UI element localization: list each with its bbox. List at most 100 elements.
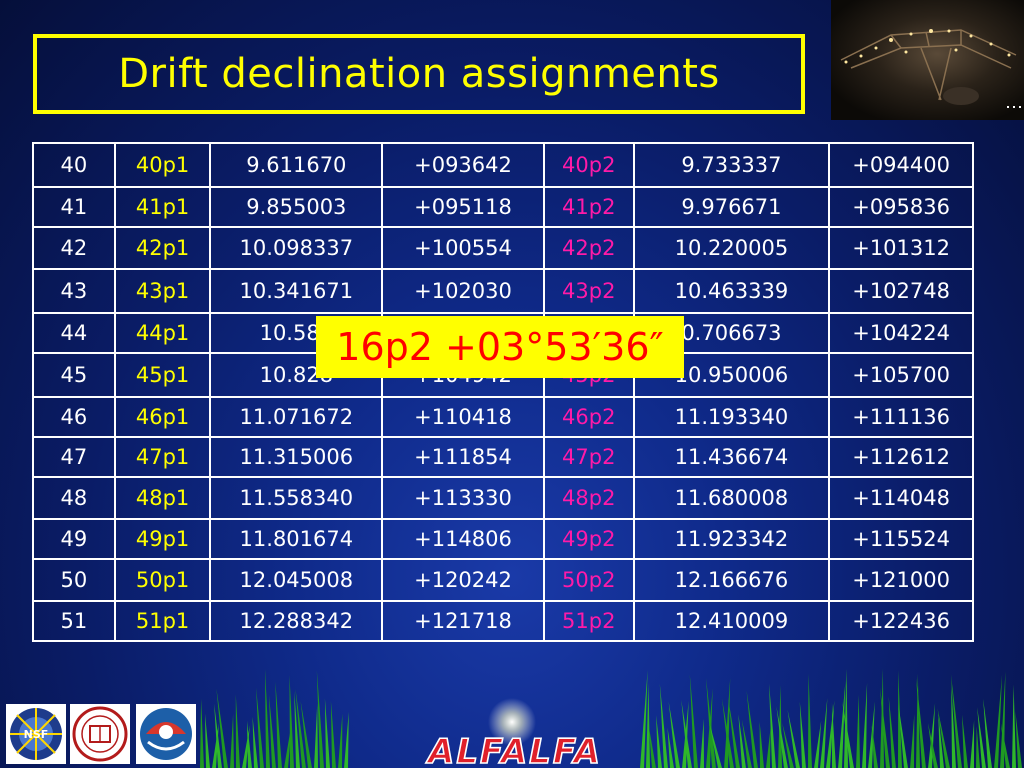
grass-blade <box>776 706 788 768</box>
strip-number-cell: 47 <box>32 436 116 478</box>
p2-label-cell: 41p2 <box>542 186 635 228</box>
strip-number-cell: 42 <box>32 226 116 270</box>
p1-label-cell: 51p1 <box>113 600 212 642</box>
grass-blade <box>759 721 764 768</box>
p2-dec-cell: +095836 <box>828 186 974 228</box>
p2-ra-cell: 10.463339 <box>632 268 831 314</box>
p2-dec-cell: +102748 <box>828 268 974 314</box>
grass-blade <box>659 683 668 768</box>
p1-ra-cell: 10.098337 <box>209 226 384 270</box>
grass-blade <box>252 716 258 768</box>
p1-label-cell: 40p1 <box>113 142 212 188</box>
strip-number-cell: 41 <box>32 186 116 228</box>
table-row: 50 50p1 12.045008 +120242 50p2 12.166676 +1210… <box>32 558 974 602</box>
strip-number-cell: 49 <box>32 518 116 560</box>
p2-dec-cell: +105700 <box>828 352 974 398</box>
grass-blade <box>862 682 868 768</box>
strip-number-cell: 51 <box>32 600 116 642</box>
p1-dec-cell: +095118 <box>381 186 545 228</box>
table-row: 49 49p1 11.801674 +114806 49p2 11.923342 +1155… <box>32 518 974 560</box>
p2-ra-cell: 11.436674 <box>632 436 831 478</box>
p2-ra-cell: 11.193340 <box>632 396 831 438</box>
p1-ra-cell: 11.558340 <box>209 476 384 520</box>
grass-blade <box>970 720 975 768</box>
grass-blade <box>268 695 276 768</box>
naic-logo <box>136 704 196 764</box>
p1-dec-cell: +102030 <box>381 268 545 314</box>
p2-label-cell: 51p2 <box>542 600 635 642</box>
p1-ra-cell: 9.855003 <box>209 186 384 228</box>
p1-label-cell: 44p1 <box>113 312 212 354</box>
grass-blade <box>289 674 294 768</box>
p1-ra-cell: 11.315006 <box>209 436 384 478</box>
p1-label-cell: 46p1 <box>113 396 212 438</box>
p1-dec-cell: +100554 <box>381 226 545 270</box>
strip-number-cell: 48 <box>32 476 116 520</box>
p2-label-cell: 40p2 <box>542 142 635 188</box>
grass-blade <box>656 715 662 768</box>
table-row: 48 48p1 11.558340 +113330 48p2 11.680008 +1140… <box>32 476 974 520</box>
p1-dec-cell: +120242 <box>381 558 545 602</box>
grass-blade <box>888 696 896 768</box>
grass-blade <box>689 674 698 768</box>
grass-blade <box>204 713 210 768</box>
declination-callout: 16p2 +03°53′36″ <box>316 316 684 378</box>
p1-label-cell: 42p1 <box>113 226 212 270</box>
p2-label-cell: 50p2 <box>542 558 635 602</box>
strip-number-cell: 43 <box>32 268 116 314</box>
p2-ra-cell: 10.220005 <box>632 226 831 270</box>
telescope-illustration <box>840 29 1021 108</box>
grass-blade <box>842 701 854 768</box>
grass-blade <box>814 720 822 768</box>
table-row: 47 47p1 11.315006 +111854 47p2 11.436674 +1126… <box>32 436 974 478</box>
table-row: 41 41p1 9.855003 +095118 41p2 9.976671 +095836 <box>32 186 974 228</box>
grass-blade <box>910 714 915 768</box>
p1-dec-cell: +113330 <box>381 476 545 520</box>
grass-blade <box>1015 711 1022 768</box>
grass-blade <box>330 700 336 768</box>
p1-dec-cell: +111854 <box>381 436 545 478</box>
p2-dec-cell: +115524 <box>828 518 974 560</box>
p2-label-cell: 49p2 <box>542 518 635 560</box>
table-row: 43 43p1 10.341671 +102030 43p2 10.463339 +1027… <box>32 268 974 314</box>
p1-dec-cell: +121718 <box>381 600 545 642</box>
p1-label-cell: 43p1 <box>113 268 212 314</box>
callout-text: 16p2 +03°53′36″ <box>336 325 664 369</box>
grass-blade <box>766 727 771 768</box>
p2-dec-cell: +104224 <box>828 312 974 354</box>
grass-blade <box>235 694 240 768</box>
cornell-seal-logo <box>70 704 130 764</box>
arecibo-telescope-photo <box>831 0 1024 120</box>
grass-blade <box>314 703 318 768</box>
p2-ra-cell: 12.166676 <box>632 558 831 602</box>
p2-ra-cell: 11.923342 <box>632 518 831 560</box>
p2-label-cell: 48p2 <box>542 476 635 520</box>
p2-dec-cell: +114048 <box>828 476 974 520</box>
table-row: 46 46p1 11.071672 +110418 46p2 11.193340 +1111… <box>32 396 974 438</box>
strip-number-cell: 46 <box>32 396 116 438</box>
p1-ra-cell: 12.045008 <box>209 558 384 602</box>
grass-blade <box>275 681 282 768</box>
p2-dec-cell: +122436 <box>828 600 974 642</box>
grass-blade <box>681 699 692 768</box>
grass-blade <box>962 714 968 768</box>
p1-ra-cell: 11.801674 <box>209 518 384 560</box>
p2-dec-cell: +121000 <box>828 558 974 602</box>
p1-dec-cell: +110418 <box>381 396 545 438</box>
p2-dec-cell: +111136 <box>828 396 974 438</box>
grass-blade <box>200 698 204 768</box>
p2-ra-cell: 9.733337 <box>632 142 831 188</box>
title-box: Drift declination assignments <box>33 34 805 114</box>
grass-blade <box>324 698 330 768</box>
grass-blade <box>256 687 264 768</box>
grass-blade <box>831 703 836 768</box>
p2-dec-cell: +094400 <box>828 142 974 188</box>
p1-ra-cell: 10.341671 <box>209 268 384 314</box>
p1-label-cell: 48p1 <box>113 476 212 520</box>
p2-label-cell: 47p2 <box>542 436 635 478</box>
grass-blade <box>808 673 812 768</box>
grass-blade <box>856 694 860 768</box>
alfalfa-logo: ALFALFA <box>424 732 601 768</box>
nsf-logo-text: NSF <box>24 728 49 741</box>
p1-label-cell: 41p1 <box>113 186 212 228</box>
